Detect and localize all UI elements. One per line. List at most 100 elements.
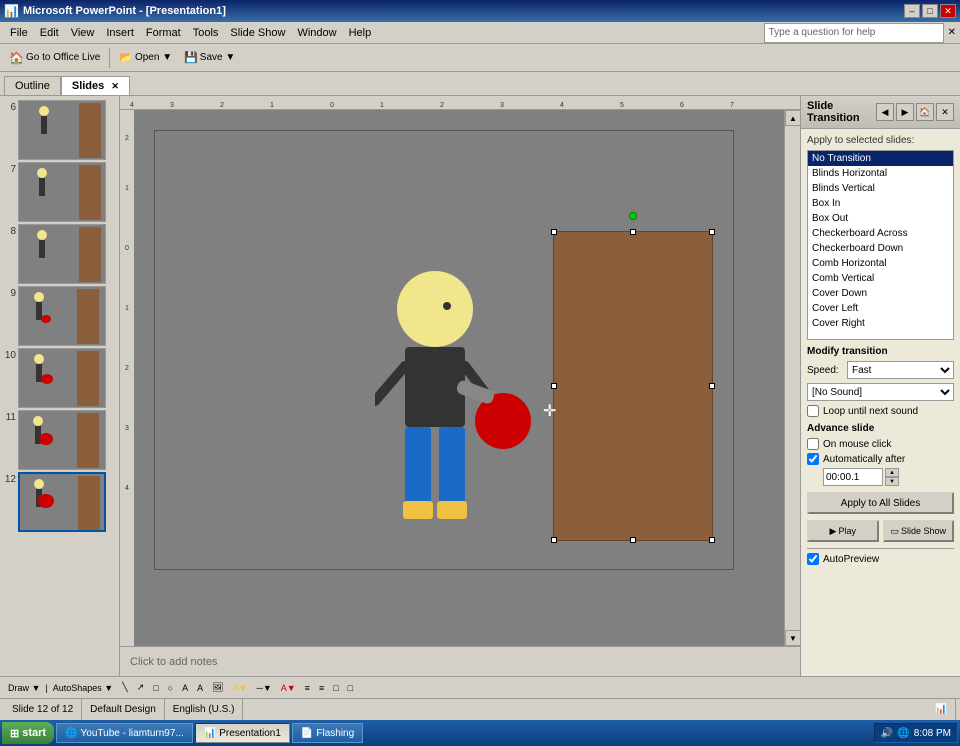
canvas-area: 2 1 0 1 2 3 4 xyxy=(120,110,800,646)
speed-select[interactable]: Fast Medium Slow xyxy=(847,361,954,379)
close-button[interactable]: ✕ xyxy=(940,4,956,18)
time-input[interactable] xyxy=(823,468,883,486)
menu-slideshow[interactable]: Slide Show xyxy=(224,25,291,41)
trans-item-box-in[interactable]: Box In xyxy=(808,196,953,211)
line-tool[interactable]: ╲ xyxy=(118,679,131,697)
save-button[interactable]: 💾 Save ▼ xyxy=(179,47,240,69)
handle-mr[interactable] xyxy=(709,383,715,389)
rotation-handle[interactable] xyxy=(629,212,637,220)
menu-file[interactable]: File xyxy=(4,25,34,41)
mouse-click-checkbox[interactable] xyxy=(807,438,819,450)
go-office-button[interactable]: 🏠 Go to Office Live xyxy=(4,47,105,69)
trans-item-blinds-h[interactable]: Blinds Horizontal xyxy=(808,166,953,181)
fill-color[interactable]: A▼ xyxy=(229,679,252,697)
slide-num-8: 8 xyxy=(2,224,16,237)
open-button[interactable]: 📂 Open ▼ xyxy=(114,47,177,69)
panel-home-btn[interactable]: 🏠 xyxy=(916,103,934,121)
trans-item-cover-right[interactable]: Cover Right xyxy=(808,316,953,331)
handle-br[interactable] xyxy=(709,537,715,543)
brown-rectangle[interactable] xyxy=(553,231,713,541)
mouse-click-label: On mouse click xyxy=(823,439,891,450)
trans-item-comb-v[interactable]: Comb Vertical xyxy=(808,271,953,286)
slide-thumb-11[interactable]: 11 xyxy=(2,410,117,470)
handle-tr[interactable] xyxy=(709,229,715,235)
slide-thumb-6[interactable]: 6 xyxy=(2,100,117,160)
time-up-btn[interactable]: ▲ xyxy=(885,468,899,477)
trans-item-checker-down[interactable]: Checkerboard Down xyxy=(808,241,953,256)
svg-text:0: 0 xyxy=(330,102,334,109)
scroll-up-btn[interactable]: ▲ xyxy=(785,110,800,126)
speed-row: Speed: Fast Medium Slow xyxy=(807,361,954,379)
3d-tool[interactable]: □ xyxy=(344,679,357,697)
help-input[interactable]: Type a question for help xyxy=(764,23,944,43)
slide-thumb-12[interactable]: 12 xyxy=(2,472,117,532)
handle-bm[interactable] xyxy=(630,537,636,543)
slide-thumb-10[interactable]: 10 xyxy=(2,348,117,408)
handle-tm[interactable] xyxy=(630,229,636,235)
trans-item-cover-left[interactable]: Cover Left xyxy=(808,301,953,316)
svg-text:5: 5 xyxy=(620,102,624,109)
scroll-down-btn[interactable]: ▼ xyxy=(785,630,800,646)
trans-item-checker-across[interactable]: Checkerboard Across xyxy=(808,226,953,241)
auto-after-checkbox[interactable] xyxy=(807,453,819,465)
tab-row: Outline Slides ✕ xyxy=(0,72,960,96)
handle-ml[interactable] xyxy=(551,383,557,389)
slide-num-7: 7 xyxy=(2,162,16,175)
start-button[interactable]: ⊞ start xyxy=(2,722,54,744)
menu-tools[interactable]: Tools xyxy=(187,25,225,41)
task-presentation[interactable]: 📊 Presentation1 xyxy=(195,723,290,743)
menu-window[interactable]: Window xyxy=(291,25,342,41)
slide-thumb-9[interactable]: 9 xyxy=(2,286,117,346)
slide-canvas[interactable]: ✛ ▲ ▼ xyxy=(134,110,800,646)
tab-close-btn[interactable]: ✕ xyxy=(111,81,119,91)
minimize-button[interactable]: – xyxy=(904,4,920,18)
slideshow-button[interactable]: ▭ Slide Show xyxy=(883,520,955,542)
trans-item-no-transition[interactable]: No Transition xyxy=(808,151,953,166)
menu-insert[interactable]: Insert xyxy=(100,25,140,41)
clip-tool[interactable]: 🖼 xyxy=(208,679,227,697)
tab-outline[interactable]: Outline xyxy=(4,76,61,95)
menu-edit[interactable]: Edit xyxy=(34,25,65,41)
wordart-tool[interactable]: A xyxy=(193,679,207,697)
transition-list[interactable]: No Transition Blinds Horizontal Blinds V… xyxy=(808,151,953,339)
menu-help[interactable]: Help xyxy=(343,25,378,41)
notes-bar[interactable]: Click to add notes xyxy=(120,646,800,676)
menu-format[interactable]: Format xyxy=(140,25,187,41)
trans-item-box-out[interactable]: Box Out xyxy=(808,211,953,226)
draw-menu-button[interactable]: Draw ▼ xyxy=(4,679,44,697)
panel-back-btn[interactable]: ◀ xyxy=(876,103,894,121)
time-down-btn[interactable]: ▼ xyxy=(885,477,899,486)
panel-close-btn[interactable]: ✕ xyxy=(936,103,954,121)
slide-thumb-8[interactable]: 8 xyxy=(2,224,117,284)
handle-tl[interactable] xyxy=(551,229,557,235)
apply-all-button[interactable]: Apply to All Slides xyxy=(807,492,954,514)
line-color[interactable]: ─▼ xyxy=(252,679,275,697)
autoshapes-button[interactable]: AutoShapes ▼ xyxy=(49,679,117,697)
textbox-tool[interactable]: A xyxy=(178,679,192,697)
slide-thumb-7[interactable]: 7 xyxy=(2,162,117,222)
autopreview-checkbox[interactable] xyxy=(807,553,819,565)
arrow-tool[interactable]: ↗ xyxy=(133,679,149,697)
align-left[interactable]: ≡ xyxy=(301,679,314,697)
align-center[interactable]: ≡ xyxy=(315,679,328,697)
rect-tool[interactable]: □ xyxy=(149,679,162,697)
tab-slides[interactable]: Slides ✕ xyxy=(61,76,130,95)
trans-item-comb-h[interactable]: Comb Horizontal xyxy=(808,256,953,271)
task-flashing[interactable]: 📄 Flashing xyxy=(292,723,363,743)
sound-select[interactable]: [No Sound] Applause Arrow Bomb xyxy=(807,383,954,401)
trans-item-blinds-v[interactable]: Blinds Vertical xyxy=(808,181,953,196)
menu-view[interactable]: View xyxy=(65,25,101,41)
loop-checkbox[interactable] xyxy=(807,405,819,417)
task-youtube[interactable]: 🌐 YouTube - liamturn97... xyxy=(56,723,193,743)
handle-bl[interactable] xyxy=(551,537,557,543)
svg-text:1: 1 xyxy=(270,102,274,109)
shadow-tool[interactable]: □ xyxy=(329,679,342,697)
draw-toolbar: Draw ▼ | AutoShapes ▼ ╲ ↗ □ ○ A A 🖼 A▼ ─… xyxy=(0,676,960,698)
font-color[interactable]: A▼ xyxy=(277,679,300,697)
trans-item-cover-down[interactable]: Cover Down xyxy=(808,286,953,301)
oval-tool[interactable]: ○ xyxy=(164,679,177,697)
maximize-button[interactable]: □ xyxy=(922,4,938,18)
panel-forward-btn[interactable]: ▶ xyxy=(896,103,914,121)
play-button[interactable]: ▶ Play xyxy=(807,520,879,542)
help-close-btn[interactable]: ✕ xyxy=(948,27,956,38)
